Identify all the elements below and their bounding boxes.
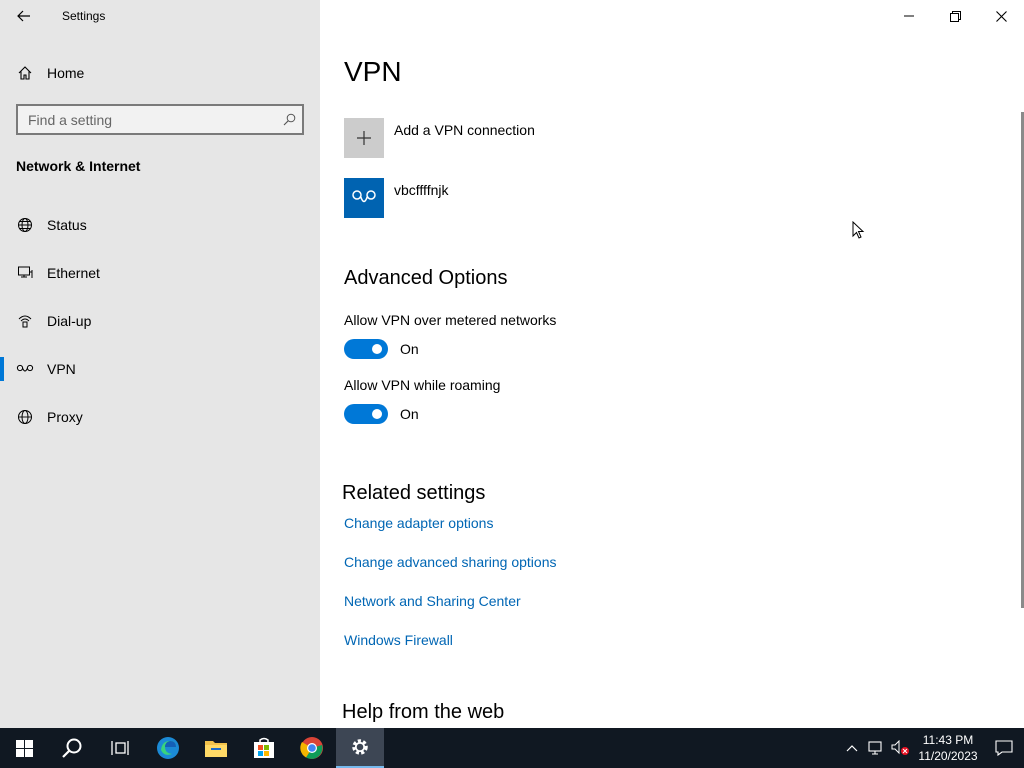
nav-list: Status Ethernet Dial-up VPN Proxy	[0, 201, 320, 441]
sidebar-item-dialup[interactable]: Dial-up	[0, 297, 320, 345]
vpn-icon	[352, 190, 376, 203]
toggle-state: On	[400, 341, 419, 357]
settings-taskbar-button[interactable]	[336, 728, 384, 768]
ethernet-icon	[16, 264, 34, 282]
active-indicator	[0, 357, 4, 381]
add-vpn-label: Add a VPN connection	[394, 122, 535, 138]
restore-button[interactable]	[932, 0, 978, 32]
link-change-advanced-sharing[interactable]: Change advanced sharing options	[344, 554, 557, 570]
app-title: Settings	[62, 9, 106, 23]
volume-tray-button[interactable]	[888, 728, 912, 768]
plus-icon	[357, 131, 371, 145]
help-heading: Help from the web	[342, 701, 505, 723]
sidebar-item-label: VPN	[47, 361, 76, 377]
chrome-button[interactable]	[288, 728, 336, 768]
chrome-browser-icon	[300, 737, 323, 759]
sidebar-item-label: Dial-up	[47, 313, 92, 329]
sidebar-item-label: Status	[47, 217, 87, 233]
chevron-up-icon	[846, 745, 858, 752]
metered-toggle[interactable]: On	[344, 339, 419, 359]
add-vpn-button[interactable]: Add a VPN connection	[344, 118, 744, 160]
volume-muted-icon	[891, 740, 909, 755]
globe-icon	[16, 216, 34, 234]
sidebar: Settings Home Network & Internet Status …	[0, 0, 320, 728]
toggle-switch[interactable]	[344, 404, 388, 424]
vpn-icon	[16, 360, 34, 378]
windows-logo-icon	[15, 739, 33, 757]
restore-icon	[949, 10, 961, 22]
minimize-icon	[904, 15, 914, 17]
roaming-label: Allow VPN while roaming	[344, 377, 501, 393]
dialup-icon	[16, 312, 34, 330]
edge-browser-icon	[157, 737, 179, 759]
vpn-connection-name: vbcffffnjk	[394, 182, 449, 198]
page-title: VPN	[344, 56, 402, 87]
vpn-connection-item[interactable]: vbcffffnjk	[344, 178, 744, 220]
network-tray-button[interactable]	[864, 728, 888, 768]
search-taskbar-button[interactable]	[48, 728, 96, 768]
sidebar-item-label: Ethernet	[47, 265, 100, 281]
system-tray: 11:43 PM 11/20/2023	[840, 728, 1024, 768]
clock-date: 11/20/2023	[918, 749, 978, 763]
back-arrow-icon	[17, 10, 30, 22]
back-button[interactable]	[8, 4, 40, 28]
network-icon	[868, 741, 882, 755]
sidebar-item-label: Proxy	[47, 409, 83, 425]
task-view-button[interactable]	[96, 728, 144, 768]
vpn-connection-tile	[344, 178, 384, 218]
close-button[interactable]	[978, 0, 1024, 32]
show-hidden-icons-button[interactable]	[840, 728, 864, 768]
search-icon[interactable]	[276, 106, 302, 133]
notification-icon	[995, 740, 1013, 756]
add-tile	[344, 118, 384, 158]
gear-icon	[352, 739, 368, 755]
link-network-sharing-center[interactable]: Network and Sharing Center	[344, 593, 521, 609]
clock-time: 11:43 PM	[922, 733, 974, 747]
minimize-button[interactable]	[886, 0, 932, 32]
file-explorer-button[interactable]	[192, 728, 240, 768]
mouse-cursor-icon	[852, 221, 865, 239]
sidebar-item-proxy[interactable]: Proxy	[0, 393, 320, 441]
toggle-state: On	[400, 406, 419, 422]
globe-icon	[16, 408, 34, 426]
home-label: Home	[47, 65, 85, 81]
clock[interactable]: 11:43 PM 11/20/2023	[912, 732, 984, 764]
search-icon	[62, 738, 82, 758]
search-input[interactable]	[18, 111, 276, 128]
store-button[interactable]	[240, 728, 288, 768]
toggle-switch[interactable]	[344, 339, 388, 359]
sidebar-item-vpn[interactable]: VPN	[0, 345, 320, 393]
sidebar-item-status[interactable]: Status	[0, 201, 320, 249]
section-title: Network & Internet	[16, 158, 141, 174]
store-icon	[254, 737, 274, 758]
edge-button[interactable]	[144, 728, 192, 768]
roaming-toggle[interactable]: On	[344, 404, 419, 424]
start-button[interactable]	[0, 728, 48, 768]
close-icon	[995, 10, 1007, 22]
advanced-options-heading: Advanced Options	[344, 267, 508, 289]
link-windows-firewall[interactable]: Windows Firewall	[344, 632, 453, 648]
search-box[interactable]	[16, 104, 304, 135]
sidebar-item-ethernet[interactable]: Ethernet	[0, 249, 320, 297]
metered-label: Allow VPN over metered networks	[344, 312, 557, 328]
sidebar-item-home[interactable]: Home	[0, 56, 320, 90]
related-settings-heading: Related settings	[342, 482, 486, 504]
task-view-icon	[111, 741, 129, 755]
link-change-adapter-options[interactable]: Change adapter options	[344, 515, 493, 531]
main-content: VPN Add a VPN connection vbcffffnjk Adva…	[320, 0, 1024, 728]
home-icon	[16, 64, 34, 82]
taskbar: 11:43 PM 11/20/2023	[0, 728, 1024, 768]
folder-icon	[205, 741, 227, 757]
action-center-button[interactable]	[984, 728, 1024, 768]
